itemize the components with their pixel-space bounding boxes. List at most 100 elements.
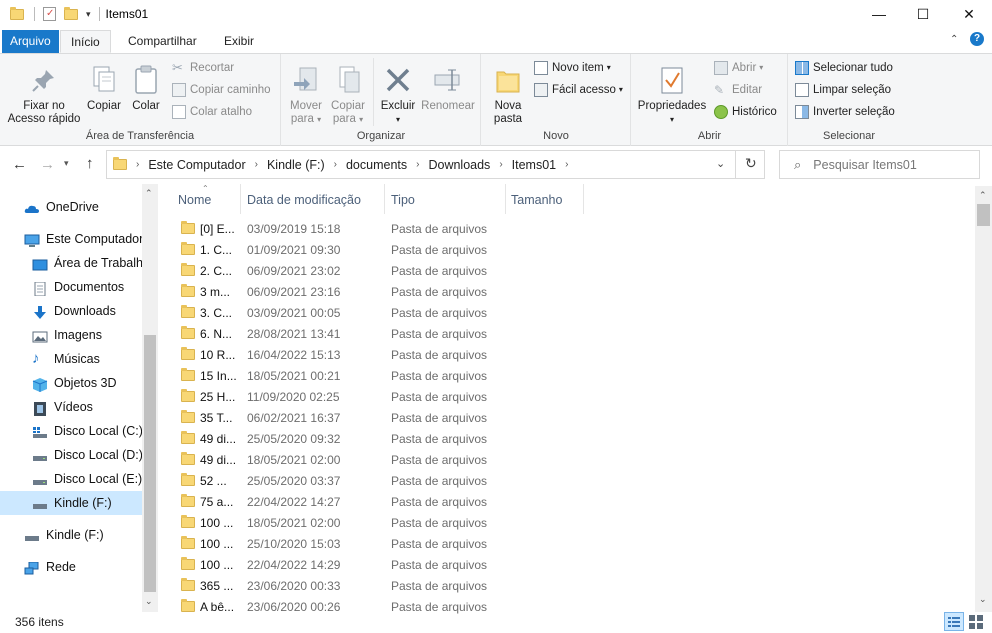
- sidebar-item-onedrive[interactable]: OneDrive: [24, 195, 99, 219]
- address-history-dropdown-icon[interactable]: ⌄: [716, 157, 725, 170]
- new-item-button[interactable]: Novo item ▾: [534, 58, 611, 78]
- table-row[interactable]: 100 ... 22/04/2022 14:29 Pasta de arquivos: [176, 554, 506, 575]
- edit-button[interactable]: ✎ Editar: [714, 80, 762, 100]
- chevron-right-icon[interactable]: ›: [255, 159, 258, 170]
- breadcrumb-downloads[interactable]: Downloads: [428, 158, 490, 172]
- pin-quick-access-button[interactable]: Fixar no Acesso rápido: [4, 64, 84, 126]
- chevron-right-icon[interactable]: ›: [334, 159, 337, 170]
- open-button[interactable]: Abrir ▾: [714, 58, 763, 78]
- column-header-date[interactable]: Data de modificação: [242, 184, 385, 214]
- copy-path-button[interactable]: Copiar caminho: [172, 80, 271, 100]
- tab-home[interactable]: Início: [60, 30, 111, 53]
- delete-button[interactable]: Excluir ▾: [378, 64, 418, 126]
- properties-dropdown-icon[interactable]: ▾: [636, 113, 708, 126]
- scroll-down-icon[interactable]: ⌄: [979, 594, 987, 605]
- table-row[interactable]: 1. C... 01/09/2021 09:30 Pasta de arquivos: [176, 239, 506, 260]
- sidebar-item-3d-objects[interactable]: Objetos 3D: [32, 371, 117, 395]
- table-row[interactable]: 75 a... 22/04/2022 14:27 Pasta de arquivos: [176, 491, 506, 512]
- easy-access-button[interactable]: Fácil acesso ▾: [534, 80, 623, 100]
- breadcrumb-computer[interactable]: Este Computador: [148, 158, 245, 172]
- invert-selection-button[interactable]: Inverter seleção: [795, 102, 895, 122]
- column-header-type[interactable]: Tipo: [386, 184, 506, 214]
- file-list-scrollbar[interactable]: ⌃ ⌄: [975, 186, 992, 612]
- column-header-name[interactable]: Nome: [173, 184, 241, 214]
- forward-arrow-icon[interactable]: →: [40, 156, 55, 173]
- table-row[interactable]: 49 di... 25/05/2020 09:32 Pasta de arquivo…: [176, 428, 506, 449]
- table-row[interactable]: 3 m... 06/09/2021 23:16 Pasta de arquivos: [176, 281, 506, 302]
- sidebar-item-drive-e[interactable]: Disco Local (E:): [32, 467, 142, 491]
- paste-shortcut-button[interactable]: Colar atalho: [172, 102, 252, 122]
- table-row[interactable]: 49 di... 18/05/2021 02:00 Pasta de arquivo…: [176, 449, 506, 470]
- table-row[interactable]: 10 R... 16/04/2022 15:13 Pasta de arquivos: [176, 344, 506, 365]
- table-row[interactable]: 15 In... 18/05/2021 00:21 Pasta de arquivo…: [176, 365, 506, 386]
- refresh-icon[interactable]: ↻: [745, 155, 757, 172]
- table-row[interactable]: 25 H... 11/09/2020 02:25 Pasta de arquivos: [176, 386, 506, 407]
- table-row[interactable]: 100 ... 18/05/2021 02:00 Pasta de arquivos: [176, 512, 506, 533]
- sidebar-item-kindle[interactable]: Kindle (F:): [24, 523, 104, 547]
- up-arrow-icon[interactable]: ↑: [86, 155, 94, 172]
- close-button[interactable]: ✕: [946, 0, 992, 28]
- table-row[interactable]: 365 ... 23/06/2020 00:33 Pasta de arquivos: [176, 575, 506, 596]
- recent-locations-icon[interactable]: ▾: [64, 158, 69, 169]
- sidebar-item-drive-d[interactable]: Disco Local (D:): [32, 443, 143, 467]
- scroll-up-icon[interactable]: ⌃: [979, 190, 987, 201]
- column-header-size[interactable]: Tamanho: [506, 184, 584, 214]
- paste-button[interactable]: Colar: [126, 64, 166, 113]
- scrollbar-thumb[interactable]: [144, 335, 156, 592]
- sidebar-item-this-pc[interactable]: Este Computador: [24, 227, 143, 251]
- address-bar[interactable]: › Este Computador › Kindle (F:) › docume…: [106, 150, 765, 179]
- table-row[interactable]: [0] E... 03/09/2019 15:18 Pasta de arquivo…: [176, 218, 506, 239]
- cut-button[interactable]: ✂ Recortar: [172, 58, 234, 78]
- properties-button[interactable]: Propriedades ▾: [636, 64, 708, 126]
- select-none-button[interactable]: Limpar seleção: [795, 80, 891, 100]
- back-arrow-icon[interactable]: ←: [12, 156, 27, 173]
- help-icon[interactable]: ?: [970, 32, 984, 46]
- sidebar-item-drive-c[interactable]: Disco Local (C:): [32, 419, 143, 443]
- minimize-button[interactable]: —: [856, 0, 902, 28]
- history-button[interactable]: Histórico: [714, 102, 777, 122]
- sidebar-item-documents[interactable]: Documentos: [32, 275, 124, 299]
- chevron-right-icon[interactable]: ›: [499, 159, 502, 170]
- breadcrumb-documents[interactable]: documents: [346, 158, 407, 172]
- sidebar-item-downloads[interactable]: Downloads: [32, 299, 116, 323]
- table-row[interactable]: 2. C... 06/09/2021 23:02 Pasta de arquivos: [176, 260, 506, 281]
- delete-dropdown-icon[interactable]: ▾: [378, 113, 418, 126]
- breadcrumb-items01[interactable]: Items01: [512, 158, 556, 172]
- sidebar-item-pictures[interactable]: Imagens: [32, 323, 102, 347]
- scroll-down-icon[interactable]: ⌄: [145, 596, 153, 607]
- rename-button[interactable]: Renomear: [420, 64, 476, 113]
- tab-file[interactable]: Arquivo: [2, 30, 59, 53]
- sidebar-scrollbar[interactable]: ⌃ ⌄: [142, 184, 158, 612]
- sidebar-item-videos[interactable]: Vídeos: [32, 395, 93, 419]
- customize-quick-access-icon[interactable]: ▾: [86, 9, 91, 20]
- sidebar-item-music[interactable]: ♪ Músicas: [32, 347, 100, 371]
- breadcrumb-kindle[interactable]: Kindle (F:): [267, 158, 325, 172]
- new-folder-button[interactable]: Nova pasta: [488, 64, 528, 126]
- details-view-button[interactable]: [944, 612, 964, 631]
- tab-view[interactable]: Exibir: [214, 30, 264, 53]
- maximize-button[interactable]: ☐: [900, 0, 946, 28]
- search-box[interactable]: ⌕ Pesquisar Items01: [779, 150, 980, 179]
- copy-button[interactable]: Copiar: [84, 64, 124, 113]
- move-to-button[interactable]: Mover para ▾: [286, 64, 326, 126]
- search-placeholder[interactable]: Pesquisar Items01: [813, 158, 917, 172]
- collapse-ribbon-icon[interactable]: ⌃: [950, 34, 958, 45]
- table-row[interactable]: 100 ... 25/10/2020 15:03 Pasta de arquivos: [176, 533, 506, 554]
- new-folder-icon[interactable]: [64, 6, 78, 20]
- scroll-up-icon[interactable]: ⌃: [145, 188, 153, 199]
- table-row[interactable]: 52 ... 25/05/2020 03:37 Pasta de arquivos: [176, 470, 506, 491]
- chevron-right-icon[interactable]: ›: [416, 159, 419, 170]
- properties-check-icon[interactable]: ✓: [43, 7, 56, 21]
- scrollbar-thumb[interactable]: [977, 204, 990, 226]
- table-row[interactable]: 6. N... 28/08/2021 13:41 Pasta de arquivos: [176, 323, 506, 344]
- chevron-right-icon[interactable]: ›: [136, 159, 139, 170]
- sidebar-item-kindle-selected[interactable]: Kindle (F:): [0, 491, 142, 515]
- tab-share[interactable]: Compartilhar: [118, 30, 207, 53]
- table-row[interactable]: 3. C... 03/09/2021 00:05 Pasta de arquivos: [176, 302, 506, 323]
- table-row[interactable]: 35 T... 06/02/2021 16:37 Pasta de arquivos: [176, 407, 506, 428]
- sidebar-item-network[interactable]: Rede: [24, 555, 76, 579]
- select-all-button[interactable]: Selecionar tudo: [795, 58, 893, 78]
- folder-icon[interactable]: [10, 6, 24, 20]
- large-icons-view-button[interactable]: [967, 613, 985, 630]
- sidebar-item-desktop[interactable]: Área de Trabalho: [32, 251, 142, 275]
